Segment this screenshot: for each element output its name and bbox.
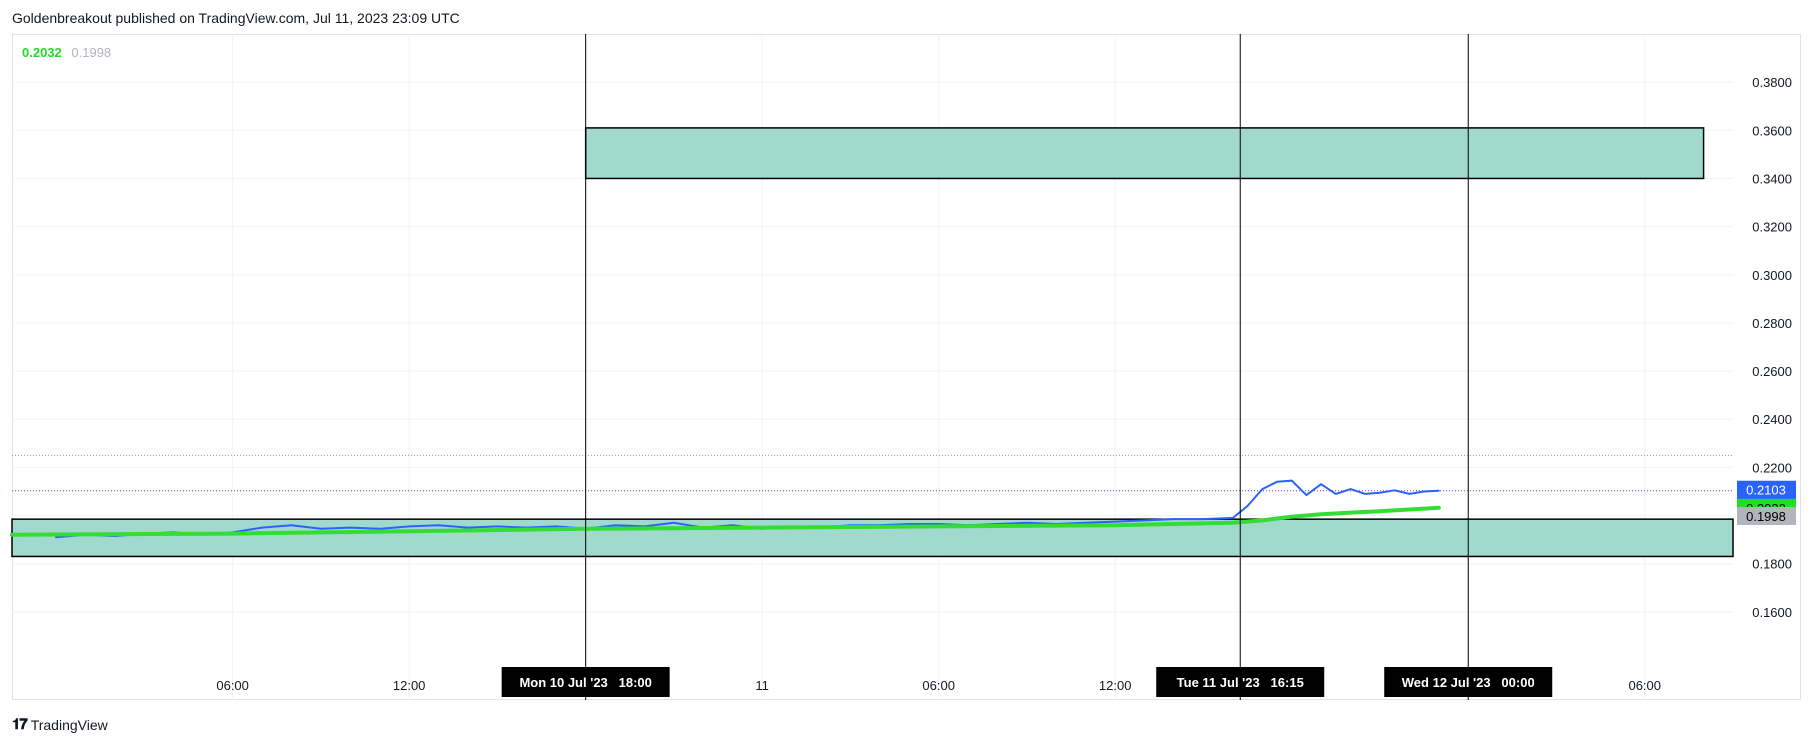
x-tick-label: 06:00 [216,678,249,693]
x-tick-label: 12:00 [393,678,426,693]
x-tick-label: 06:00 [1628,678,1661,693]
price-tag-value: 0.2103 [1746,483,1786,498]
legend-value-primary: 0.2032 [22,45,62,60]
date-label: Tue 11 Jul '23 16:15 [1177,675,1304,690]
y-tick-label: 0.1600 [1752,605,1792,620]
x-tick-label: 06:00 [922,678,955,693]
price-tag-layer: 0.210305:200.20320.1998 [1737,480,1796,526]
footer-brand: TradingView [30,716,108,733]
x-tick-label: 11 [755,678,769,693]
legend-value-secondary: 0.1998 [71,45,112,60]
y-tick-label: 0.2800 [1752,316,1792,331]
y-axis: 0.16000.18000.20000.22000.24000.26000.28… [1752,75,1792,620]
y-tick-label: 0.2400 [1752,412,1792,427]
tradingview-logo-icon: 𝟏𝟕 [12,716,28,733]
hline-layer [12,454,1733,492]
y-tick-label: 0.2600 [1752,364,1792,379]
date-label: Wed 12 Jul '23 00:00 [1402,675,1535,690]
y-tick-label: 0.2200 [1752,460,1792,475]
y-tick-label: 0.1800 [1752,557,1792,572]
date-label: Mon 10 Jul '23 18:00 [519,675,651,690]
y-tick-label: 0.3400 [1752,171,1792,186]
x-tick-label: 12:00 [1099,678,1132,693]
price-tag-value: 0.1998 [1746,509,1786,524]
y-tick-label: 0.3000 [1752,268,1792,283]
y-tick-label: 0.3600 [1752,123,1792,138]
legend: 0.2032 0.1998 [22,45,111,60]
price-chart[interactable]: Mon 10 Jul '23 18:00 Tue 11 Jul '23 16:15… [0,0,1814,746]
zone-box [584,127,1705,180]
y-tick-label: 0.3800 [1752,75,1792,90]
zone-layer [11,127,1734,558]
footer[interactable]: 𝟏𝟕 TradingView [12,716,108,733]
y-tick-label: 0.3200 [1752,220,1792,235]
